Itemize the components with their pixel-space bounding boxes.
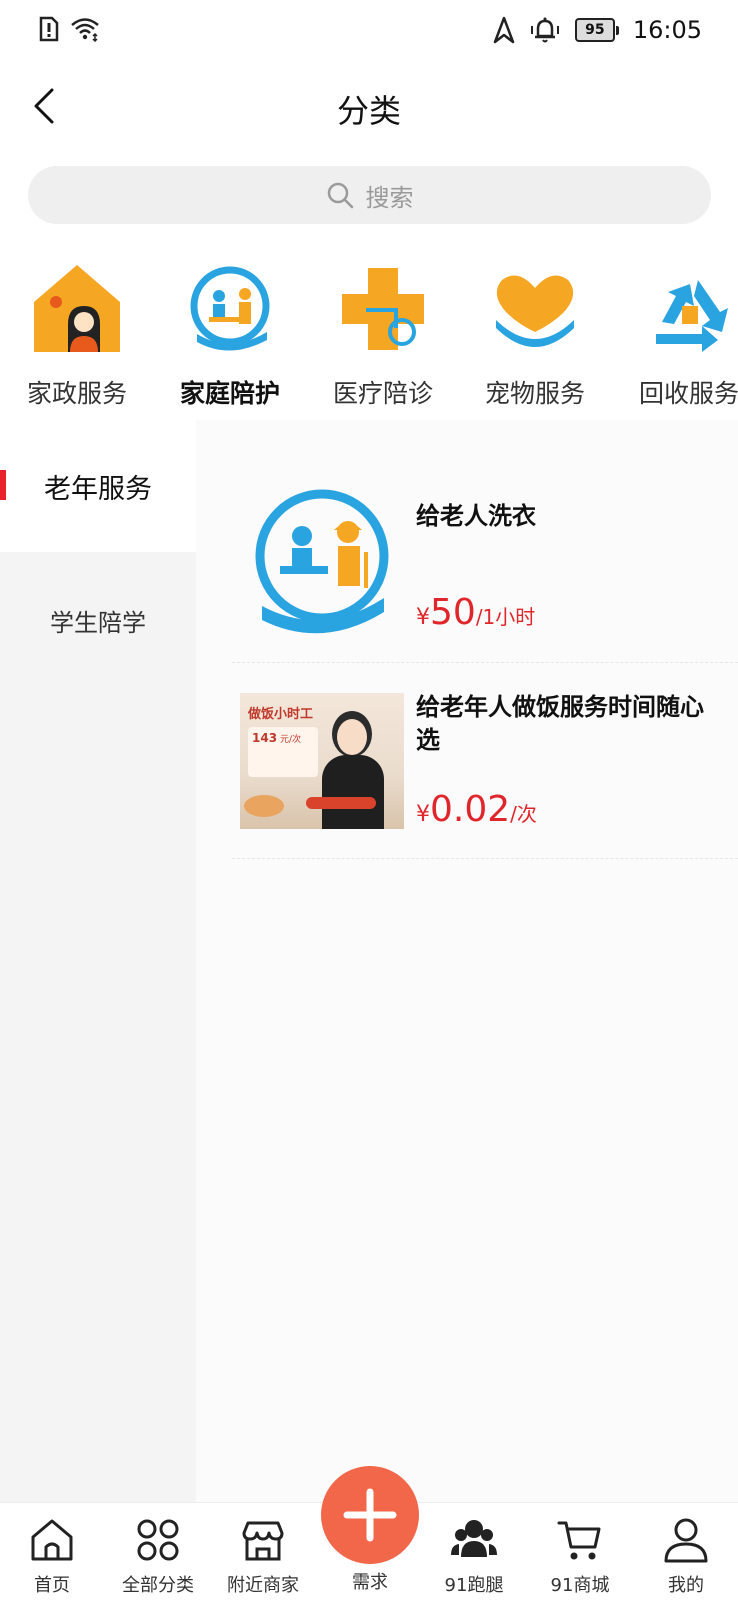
category-row: 家政服务 家庭陪护 医疗陪诊 宠物服务 回收服务 [0, 258, 738, 408]
sidebar-item-label: 学生陪学 [50, 608, 146, 637]
status-time: 16:05 [632, 16, 702, 44]
category-label: 家庭陪护 [179, 379, 280, 408]
tab-label: 全部分类 [122, 1575, 194, 1596]
product-title: 给老人洗衣 [416, 502, 536, 530]
medical-cross-icon [342, 268, 424, 350]
category-label: 回收服务 [638, 379, 738, 408]
thumbnail-price-card: 143 元/次 [248, 727, 318, 777]
tab-mall[interactable]: 91商城 [530, 1503, 630, 1601]
thumbnail-apron [322, 755, 384, 829]
category-recycle[interactable]: 回收服务 [614, 258, 738, 408]
sidebar-item-student[interactable]: 学生陪学 [0, 554, 196, 686]
tab-label: 我的 [668, 1575, 704, 1596]
thumbnail-price-tag: 143 [252, 731, 278, 745]
tab-label: 需求 [352, 1572, 388, 1593]
category-label: 家政服务 [26, 379, 127, 408]
price-currency: ¥ [416, 605, 430, 630]
thumbnail-banner: 做饭小时工 [248, 707, 314, 722]
product-price: ¥50/1小时 [416, 592, 535, 633]
sim-alert-icon [39, 16, 59, 42]
active-indicator [0, 470, 6, 500]
category-label: 宠物服务 [484, 379, 585, 408]
house-cleaner-icon [34, 265, 120, 352]
user-icon [664, 1518, 708, 1563]
cart-icon [557, 1521, 601, 1560]
thumbnail-unit-tag: 元/次 [279, 735, 301, 745]
family-care-thumbnail [255, 489, 389, 634]
location-arrow-icon [493, 16, 515, 44]
tab-label: 附近商家 [227, 1575, 299, 1596]
battery-level: 95 [574, 18, 615, 42]
page-title: 分类 [336, 92, 401, 130]
category-label: 医疗陪诊 [332, 379, 433, 408]
sidebar-item-elderly[interactable]: 老年服务 [0, 420, 196, 552]
product-price: ¥0.02/次 [416, 789, 537, 830]
bell-vibrate-icon [530, 17, 559, 43]
product-title: 给老年人做饭服务时间随心选 [416, 693, 704, 754]
sidebar-item-label: 老年服务 [44, 473, 152, 505]
tab-all-categories[interactable]: 全部分类 [108, 1503, 208, 1601]
category-housekeeping[interactable]: 家政服务 [2, 258, 152, 408]
sidebar: 老年服务 学生陪学 [0, 420, 196, 1502]
category-family-care[interactable]: 家庭陪护 [155, 258, 305, 408]
tab-label: 91跑腿 [444, 1575, 504, 1596]
thumbnail-face [337, 719, 367, 755]
plus-icon [343, 1488, 397, 1542]
tab-label: 首页 [34, 1575, 70, 1596]
grid-circles-icon [137, 1519, 179, 1561]
price-currency: ¥ [416, 802, 430, 827]
cooking-service-thumbnail: 做饭小时工 143 元/次 [240, 693, 404, 829]
price-amount: 50 [430, 592, 476, 633]
price-unit: /1小时 [475, 605, 536, 629]
runners-icon [451, 1520, 497, 1557]
tab-nearby-stores[interactable]: 附近商家 [213, 1503, 313, 1601]
home-icon [31, 1519, 73, 1561]
price-amount: 0.02 [430, 789, 511, 830]
product-item[interactable]: 给老人洗衣 ¥50/1小时 [232, 484, 738, 663]
search-bar[interactable]: 搜索 [28, 166, 711, 224]
tab-errand[interactable]: 91跑腿 [424, 1503, 524, 1601]
search-placeholder: 搜索 [365, 183, 414, 212]
price-unit: /次 [510, 802, 537, 826]
product-item[interactable]: 做饭小时工 143 元/次 给老年人做饭服务时间随心选 ¥0.02/次 [232, 663, 738, 859]
post-demand-button[interactable] [321, 1466, 419, 1564]
tab-mine[interactable]: 我的 [636, 1503, 736, 1601]
store-icon [242, 1521, 284, 1561]
battery-indicator: 95 [574, 18, 619, 42]
recycle-icon [656, 280, 728, 352]
top-nav: 分类 [0, 70, 738, 142]
family-care-icon [190, 266, 270, 351]
category-pet[interactable]: 宠物服务 [460, 258, 610, 408]
pet-hands-icon [496, 275, 574, 347]
thumbnail-pan [306, 797, 376, 809]
tab-home[interactable]: 首页 [2, 1503, 102, 1601]
status-bar: 95 16:05 [0, 0, 738, 64]
wifi-icon [71, 18, 99, 42]
thumbnail-dish [244, 795, 284, 817]
tab-label: 91商城 [550, 1575, 610, 1596]
category-medical[interactable]: 医疗陪诊 [308, 258, 458, 408]
product-list: 给老人洗衣 ¥50/1小时 做饭小时工 143 元/次 给老年人做饭服务时间随心… [196, 420, 738, 1502]
search-icon [327, 182, 353, 209]
